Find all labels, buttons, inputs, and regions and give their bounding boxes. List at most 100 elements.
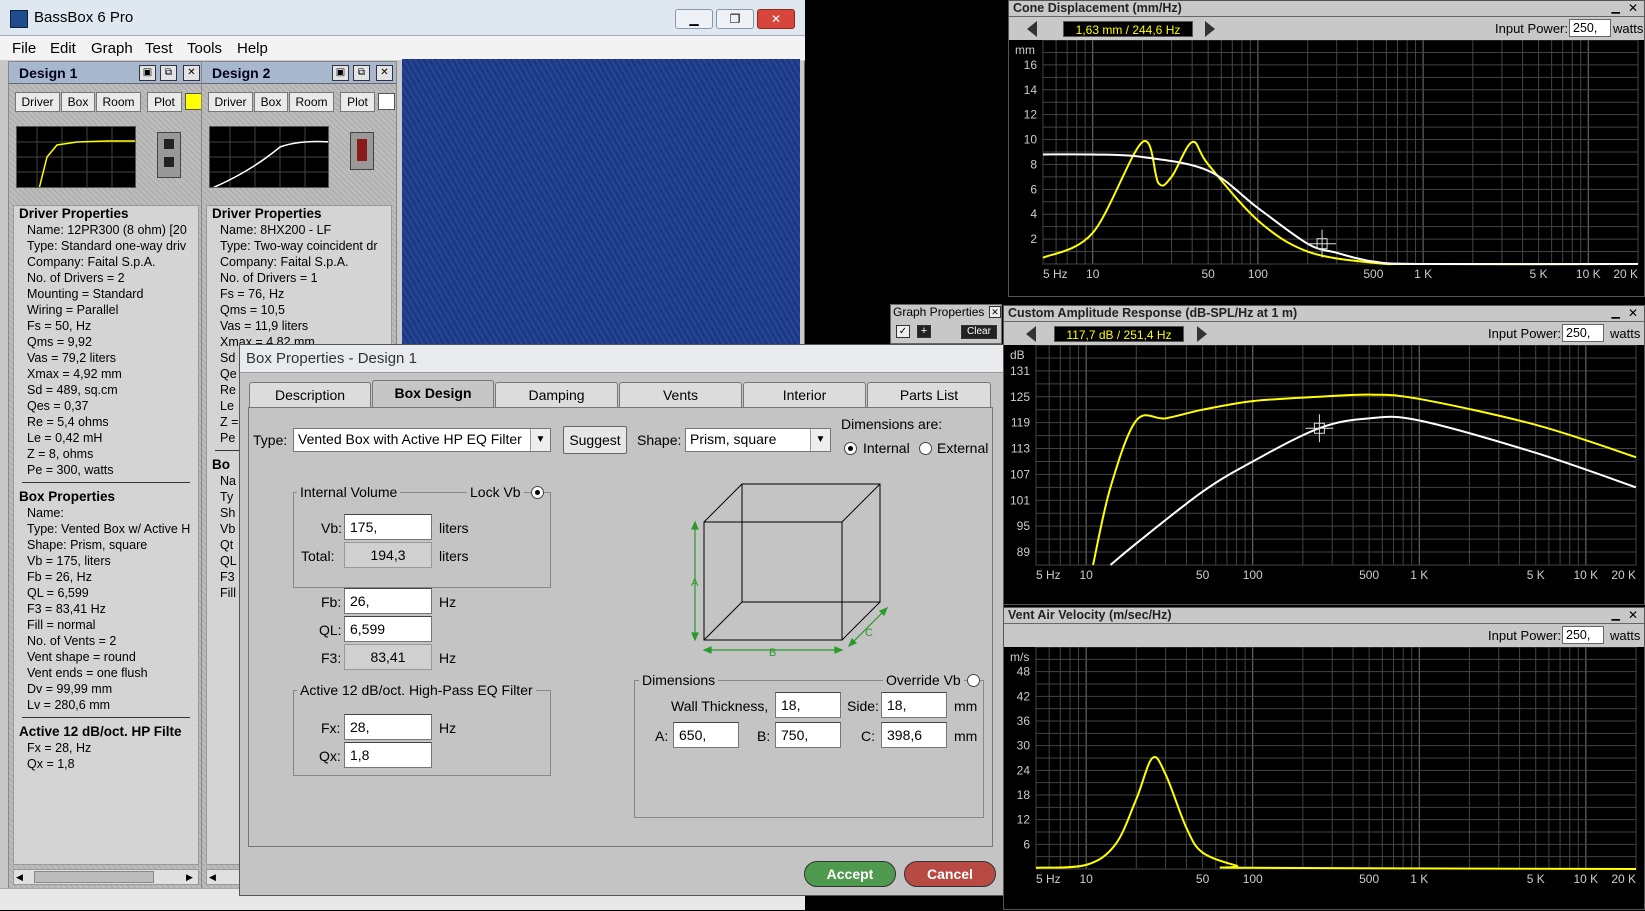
menu-tools[interactable]: Tools xyxy=(187,40,222,57)
chevron-down-icon[interactable]: ▼ xyxy=(810,429,830,451)
y-tick-label: 89 xyxy=(1017,545,1031,559)
lock-vb-radio[interactable] xyxy=(531,486,544,499)
ql-label: QL: xyxy=(319,622,342,638)
tab-vents[interactable]: Vents xyxy=(619,382,742,407)
close-icon[interactable]: ✕ xyxy=(989,306,1001,318)
tab-damping[interactable]: Damping xyxy=(495,382,618,407)
tab-parts-list[interactable]: Parts List xyxy=(867,382,991,407)
cancel-button[interactable]: Cancel xyxy=(904,861,996,887)
menu-help[interactable]: Help xyxy=(237,40,268,57)
scroll-thumb[interactable] xyxy=(34,871,154,883)
wall-thickness-input[interactable]: 18, xyxy=(775,692,841,718)
qx-label: Qx: xyxy=(319,748,341,764)
scroll-right-icon[interactable]: ▶ xyxy=(186,872,193,883)
save-icon[interactable]: ▣ xyxy=(332,65,349,81)
save-icon[interactable]: ▣ xyxy=(139,65,156,81)
fb-input[interactable]: 26, xyxy=(344,588,432,614)
fx-input[interactable]: 28, xyxy=(344,714,432,740)
driver-button[interactable]: Driver xyxy=(15,92,60,112)
box-button[interactable]: Box xyxy=(61,92,95,112)
plot-button[interactable]: Plot xyxy=(340,92,375,112)
property-line: Vb = 175, liters xyxy=(27,554,111,568)
box-button[interactable]: Box xyxy=(254,92,288,112)
close-icon[interactable]: ✕ xyxy=(1628,306,1638,320)
override-vb-radio[interactable] xyxy=(967,674,980,687)
y-tick-label: 30 xyxy=(1017,739,1031,753)
qx-input[interactable]: 1,8 xyxy=(344,742,432,768)
y-tick-label: 12 xyxy=(1024,108,1038,122)
fx-label: Fx: xyxy=(321,720,341,736)
scroll-left-icon[interactable]: ◀ xyxy=(16,872,23,883)
horizontal-scrollbar[interactable]: ◀ ▶ xyxy=(13,869,199,885)
x-tick-label: 5 Hz xyxy=(1043,267,1068,281)
accept-button[interactable]: Accept xyxy=(804,861,896,887)
graph-properties-title: Graph Properties xyxy=(893,305,985,319)
shape-label: Shape: xyxy=(637,432,682,448)
menu-file[interactable]: File xyxy=(12,40,36,57)
plot-color-swatch[interactable] xyxy=(378,93,395,110)
internal-radio[interactable] xyxy=(844,442,857,455)
plot-color-swatch[interactable] xyxy=(185,93,202,110)
input-power-field[interactable]: 250, xyxy=(1569,19,1611,37)
type-select[interactable]: Vented Box with Active HP EQ Filter ▼ xyxy=(293,428,551,452)
copy-icon[interactable]: ⧉ xyxy=(160,65,177,81)
restore-button[interactable]: ❐ xyxy=(716,9,754,29)
minimize-icon[interactable]: ▁ xyxy=(1612,1,1620,14)
property-line: Type: Standard one-way driv xyxy=(27,239,187,253)
b-input[interactable]: 750, xyxy=(775,722,841,748)
menu-test[interactable]: Test xyxy=(145,40,173,57)
tab-interior[interactable]: Interior xyxy=(743,382,866,407)
vent-velocity-chart[interactable]: 48 42 36 30 24 18 12 6 m/s 5 Hz 10 50 100 500 1 K 5 K 10… xyxy=(1004,647,1645,911)
cursor-right-icon[interactable] xyxy=(1197,326,1207,342)
vb-input[interactable]: 175, xyxy=(344,514,432,540)
a-input[interactable]: 650, xyxy=(673,722,739,748)
driver-button[interactable]: Driver xyxy=(208,92,253,112)
watts-label: watts xyxy=(1613,21,1644,36)
close-button[interactable]: ✕ xyxy=(757,9,795,29)
cursor-left-icon[interactable] xyxy=(1027,21,1037,37)
internal-label: Internal xyxy=(863,440,910,456)
input-power-field[interactable]: 250, xyxy=(1562,324,1604,342)
x-tick-label: 50 xyxy=(1196,872,1210,886)
graph-title: Custom Amplitude Response (dB-SPL/Hz at … xyxy=(1008,306,1298,320)
minimize-button[interactable]: ▁ xyxy=(675,9,713,29)
menu-graph[interactable]: Graph xyxy=(91,40,133,57)
plot-button[interactable]: Plot xyxy=(147,92,182,112)
minimize-icon[interactable]: ▁ xyxy=(1612,306,1620,319)
chevron-down-icon[interactable]: ▼ xyxy=(530,429,550,451)
close-icon[interactable]: ✕ xyxy=(1628,1,1638,15)
minimize-icon[interactable]: ▁ xyxy=(1612,608,1620,621)
tab-description[interactable]: Description xyxy=(249,382,371,407)
c-input[interactable]: 398,6 xyxy=(881,722,947,748)
cursor-right-icon[interactable] xyxy=(1205,21,1215,37)
room-button[interactable]: Room xyxy=(96,92,141,112)
cone-displacement-chart[interactable]: 16 14 12 10 8 6 4 2 mm 5 Hz 10 50 100 500 1 K 5 K 10 K 20… xyxy=(1009,40,1645,298)
copy-icon[interactable]: ⧉ xyxy=(353,65,370,81)
suggest-button[interactable]: Suggest xyxy=(563,426,627,454)
menu-edit[interactable]: Edit xyxy=(50,40,76,57)
response-thumbnail[interactable] xyxy=(16,126,136,188)
property-line: No. of Drivers = 2 xyxy=(27,271,125,285)
scroll-left-icon[interactable]: ◀ xyxy=(209,872,216,883)
external-radio[interactable] xyxy=(919,442,932,455)
close-icon[interactable]: ✕ xyxy=(376,65,393,81)
input-power-field[interactable]: 250, xyxy=(1562,626,1604,644)
tab-box-design[interactable]: Box Design xyxy=(372,380,494,407)
thumbnail-graph xyxy=(17,127,135,187)
clear-button[interactable]: Clear xyxy=(961,325,997,339)
close-icon[interactable]: ✕ xyxy=(1628,608,1638,622)
amplitude-response-chart[interactable]: 131 125 119 113 107 101 95 89 dB 5 Hz 10 50 100 500 1 … xyxy=(1004,345,1645,606)
room-button[interactable]: Room xyxy=(289,92,334,112)
checkbox-icon[interactable]: ✓ xyxy=(896,325,910,338)
close-icon[interactable]: ✕ xyxy=(183,65,200,81)
response-thumbnail[interactable] xyxy=(209,126,329,188)
y-tick-label: 107 xyxy=(1010,467,1030,481)
side-input[interactable]: 18, xyxy=(881,692,947,718)
add-icon[interactable]: + xyxy=(917,325,931,338)
hp-filter-title: Active 12 dB/oct. High-Pass EQ Filter xyxy=(297,682,536,698)
vb-unit: liters xyxy=(439,520,469,536)
ql-input[interactable]: 6,599 xyxy=(344,616,432,642)
shape-select[interactable]: Prism, square ▼ xyxy=(685,428,831,452)
cursor-left-icon[interactable] xyxy=(1026,326,1036,342)
graph-title: Vent Air Velocity (m/sec/Hz) xyxy=(1008,608,1172,622)
